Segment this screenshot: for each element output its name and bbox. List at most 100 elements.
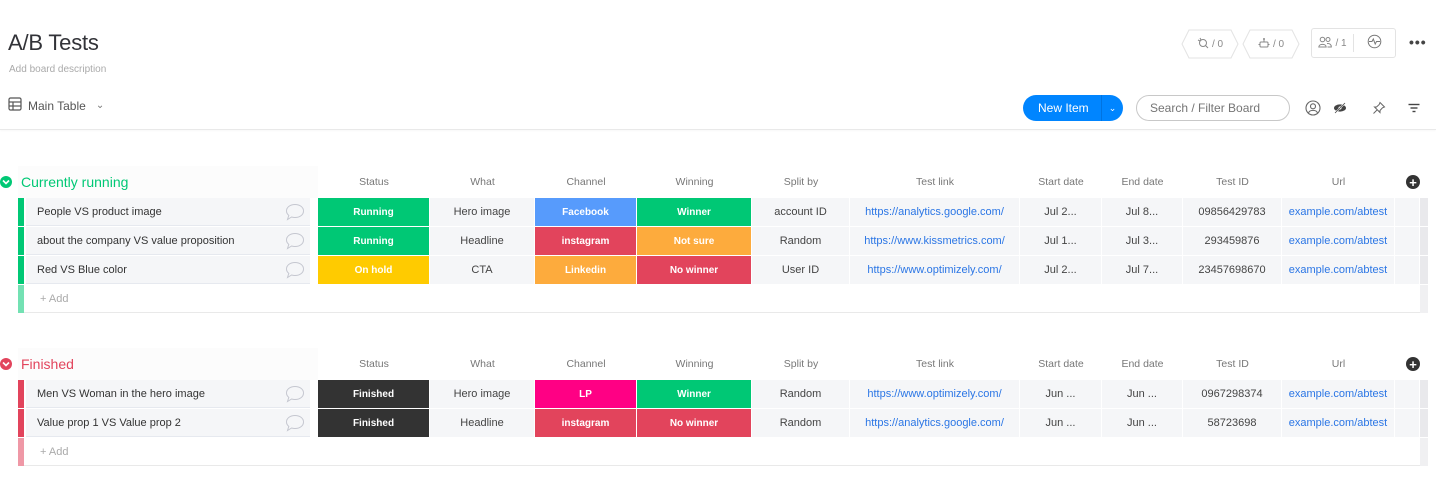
column-header-url[interactable]: Url [1282, 358, 1395, 370]
cell-status[interactable]: On hold [318, 256, 430, 284]
column-header-split-by[interactable]: Split by [752, 358, 850, 370]
cell-url[interactable]: example.com/abtest [1282, 227, 1395, 255]
cell-channel[interactable]: Facebook [535, 198, 637, 226]
cell-start-date[interactable]: Jul 2... [1020, 198, 1102, 226]
board-title[interactable]: A/B Tests [8, 30, 99, 56]
column-header-status[interactable]: Status [318, 358, 430, 370]
cell-winning[interactable]: Winner [637, 380, 752, 408]
members-button[interactable]: / 1 [1312, 29, 1353, 57]
column-header-end-date[interactable]: End date [1102, 176, 1183, 188]
cell-test-id[interactable]: 58723698 [1183, 409, 1282, 437]
cell-what[interactable]: CTA [430, 256, 535, 284]
column-header-test-link[interactable]: Test link [850, 176, 1020, 188]
cell-url[interactable]: example.com/abtest [1282, 380, 1395, 408]
cell-split-by[interactable]: Random [752, 409, 850, 437]
cell-start-date[interactable]: Jul 1... [1020, 227, 1102, 255]
column-header-test-id[interactable]: Test ID [1183, 176, 1282, 188]
item-name[interactable]: Red VS Blue color [26, 256, 310, 284]
cell-split-by[interactable]: Random [752, 380, 850, 408]
activity-button[interactable] [1354, 29, 1395, 57]
add-item-input[interactable]: + Add [24, 438, 1420, 466]
cell-what[interactable]: Hero image [430, 198, 535, 226]
cell-test-link[interactable]: https://www.optimizely.com/ [850, 380, 1020, 408]
cell-winning[interactable]: No winner [637, 256, 752, 284]
add-column-plus-icon[interactable]: + [1406, 357, 1420, 371]
column-header-winning[interactable]: Winning [637, 358, 752, 370]
cell-status[interactable]: Finished [318, 380, 430, 408]
comment-bubble-icon[interactable] [285, 385, 305, 408]
cell-status[interactable]: Running [318, 227, 430, 255]
cell-start-date[interactable]: Jul 2... [1020, 256, 1102, 284]
item-name[interactable]: Value prop 1 VS Value prop 2 [26, 409, 310, 437]
comment-bubble-icon[interactable] [285, 414, 305, 437]
group-collapse-chevron-icon[interactable] [0, 358, 12, 370]
column-header-channel[interactable]: Channel [535, 358, 637, 370]
hide-columns-eye-icon[interactable] [1331, 99, 1349, 117]
pin-icon[interactable] [1370, 99, 1388, 117]
automations-button[interactable]: / 0 [1242, 29, 1300, 59]
cell-end-date[interactable]: Jun ... [1102, 380, 1183, 408]
column-header-what[interactable]: What [430, 358, 535, 370]
item-name[interactable]: about the company VS value proposition [26, 227, 310, 255]
cell-channel[interactable]: Linkedin [535, 256, 637, 284]
add-item-row[interactable]: + Add [0, 285, 1436, 313]
column-header-what[interactable]: What [430, 176, 535, 188]
cell-end-date[interactable]: Jul 7... [1102, 256, 1183, 284]
scrollbar-track[interactable] [1420, 409, 1428, 437]
cell-start-date[interactable]: Jun ... [1020, 409, 1102, 437]
integrations-button[interactable]: / 0 [1181, 29, 1239, 59]
person-filter-icon[interactable] [1304, 99, 1322, 117]
cell-channel[interactable]: LP [535, 380, 637, 408]
cell-winning[interactable]: Not sure [637, 227, 752, 255]
cell-what[interactable]: Headline [430, 409, 535, 437]
cell-test-id[interactable]: 23457698670 [1183, 256, 1282, 284]
cell-winning[interactable]: No winner [637, 409, 752, 437]
comment-bubble-icon[interactable] [285, 232, 305, 255]
cell-split-by[interactable]: User ID [752, 256, 850, 284]
cell-channel[interactable]: instagram [535, 409, 637, 437]
board-description[interactable]: Add board description [9, 64, 106, 75]
cell-what[interactable]: Headline [430, 227, 535, 255]
cell-test-link[interactable]: https://www.kissmetrics.com/ [850, 227, 1020, 255]
column-header-test-id[interactable]: Test ID [1183, 358, 1282, 370]
scrollbar-track[interactable] [1420, 380, 1428, 408]
item-name[interactable]: Men VS Woman in the hero image [26, 380, 310, 408]
cell-test-link[interactable]: https://analytics.google.com/ [850, 198, 1020, 226]
column-header-status[interactable]: Status [318, 176, 430, 188]
more-options-icon[interactable]: ••• [1409, 34, 1427, 50]
cell-channel[interactable]: instagram [535, 227, 637, 255]
cell-start-date[interactable]: Jun ... [1020, 380, 1102, 408]
cell-test-link[interactable]: https://analytics.google.com/ [850, 409, 1020, 437]
new-item-button[interactable]: New Item ⌄ [1023, 95, 1123, 121]
cell-test-id[interactable]: 293459876 [1183, 227, 1282, 255]
group-collapse-chevron-icon[interactable] [0, 176, 12, 188]
group-title[interactable]: Currently running [21, 174, 128, 190]
scrollbar-track[interactable] [1420, 227, 1428, 255]
scrollbar-track[interactable] [1420, 438, 1428, 466]
cell-status[interactable]: Running [318, 198, 430, 226]
column-header-end-date[interactable]: End date [1102, 358, 1183, 370]
cell-url[interactable]: example.com/abtest [1282, 409, 1395, 437]
cell-status[interactable]: Finished [318, 409, 430, 437]
cell-end-date[interactable]: Jul 3... [1102, 227, 1183, 255]
add-column-plus-icon[interactable]: + [1406, 175, 1420, 189]
column-header-start-date[interactable]: Start date [1020, 176, 1102, 188]
cell-split-by[interactable]: Random [752, 227, 850, 255]
cell-test-link[interactable]: https://www.optimizely.com/ [850, 256, 1020, 284]
column-header-start-date[interactable]: Start date [1020, 358, 1102, 370]
column-header-split-by[interactable]: Split by [752, 176, 850, 188]
cell-end-date[interactable]: Jul 8... [1102, 198, 1183, 226]
scrollbar-track[interactable] [1420, 285, 1428, 313]
comment-bubble-icon[interactable] [285, 261, 305, 284]
filter-sort-icon[interactable] [1405, 99, 1423, 117]
add-item-row[interactable]: + Add [0, 438, 1436, 466]
cell-url[interactable]: example.com/abtest [1282, 198, 1395, 226]
comment-bubble-icon[interactable] [285, 203, 305, 226]
search-filter-input[interactable] [1136, 95, 1290, 121]
add-item-input[interactable]: + Add [24, 285, 1420, 313]
view-selector-main-table[interactable]: Main Table ⌄ [8, 97, 104, 114]
cell-url[interactable]: example.com/abtest [1282, 256, 1395, 284]
chevron-down-icon[interactable]: ⌄ [1102, 103, 1123, 114]
scrollbar-track[interactable] [1420, 256, 1428, 284]
cell-split-by[interactable]: account ID [752, 198, 850, 226]
